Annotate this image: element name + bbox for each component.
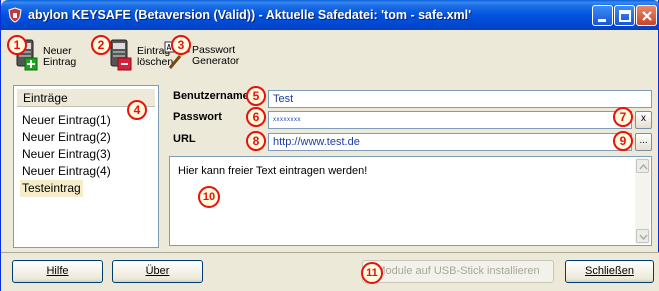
shield-icon [7,7,23,23]
notes-text: Hier kann freier Text eintragen werden! [178,165,368,177]
scroll-up-button[interactable] [636,159,649,173]
password-generator-label-line2: Generator [192,55,240,67]
list-item-selected[interactable]: Testeintrag [20,180,83,197]
close-button-label: Schließen [585,265,634,277]
new-entry-label: Neuer Eintrag [43,46,76,68]
window-title: abylon KEYSAFE (Betaversion (Valid)) - A… [28,8,472,22]
list-item[interactable]: Neuer Eintrag(4) [20,163,113,180]
open-url-button[interactable]: ... [635,133,652,151]
install-usb-button-label: Module auf USB-Stick installieren [376,265,540,277]
password-generator-label: Passwort Generator [192,45,239,67]
annotation-badge: 2 [91,35,111,55]
annotation-badge: 1 [7,35,27,55]
about-button-label: Über [145,265,170,277]
maximize-button[interactable] [614,5,635,26]
annotation-badge: 11 [361,262,383,284]
annotation-badge: 10 [198,186,220,208]
annotation-badge: 8 [246,131,266,151]
username-field[interactable]: Test [268,90,652,108]
url-field[interactable]: http://www.test.de [268,133,632,151]
annotation-badge: 9 [613,131,633,151]
username-label: Benutzername [173,90,249,102]
minimize-button[interactable] [592,5,613,26]
help-button[interactable]: Hilfe [12,260,103,283]
about-button[interactable]: Über [112,260,203,283]
title-bar[interactable]: abylon KEYSAFE (Betaversion (Valid)) - A… [1,0,659,30]
annotation-badge: 6 [246,107,266,127]
minimize-icon [598,19,606,22]
password-field[interactable]: xxxxxxxx [268,111,632,129]
chevron-up-icon [639,163,648,170]
annotation-badge: 5 [246,86,266,106]
list-item[interactable]: Neuer Eintrag(2) [20,129,113,146]
help-button-label: Hilfe [46,265,69,277]
close-window-button[interactable] [636,5,657,26]
notes-scrollbar[interactable] [635,158,650,244]
password-label: Passwort [173,111,222,123]
annotation-badge: 3 [171,35,191,55]
list-item[interactable]: Neuer Eintrag(1) [20,112,113,129]
scroll-down-button[interactable] [636,229,649,243]
annotation-badge: 7 [613,107,633,127]
maximize-icon [619,10,631,22]
close-icon [642,11,652,21]
chevron-down-icon [639,234,648,241]
list-item[interactable]: Neuer Eintrag(3) [20,146,113,163]
new-entry-label-line2: Eintrag [43,56,77,68]
url-label: URL [173,133,196,145]
install-usb-button[interactable]: Module auf USB-Stick installieren [362,260,554,283]
close-button[interactable]: Schließen [565,260,654,283]
show-password-button[interactable]: x [635,111,652,129]
notes-textarea[interactable]: Hier kann freier Text eintragen werden! [169,156,652,246]
annotation-badge: 4 [127,100,147,120]
app-window: abylon KEYSAFE (Betaversion (Valid)) - A… [0,0,659,291]
